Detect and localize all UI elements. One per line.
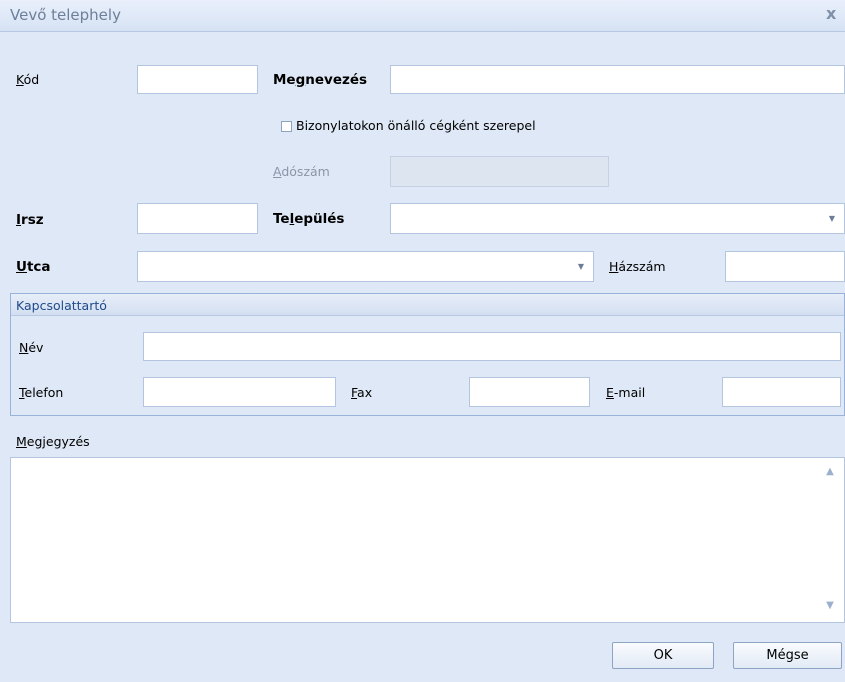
megnevezes-label: Megnevezés	[273, 72, 368, 88]
irsz-input[interactable]	[137, 203, 258, 234]
megjegyzes-textarea[interactable]	[10, 457, 845, 623]
telefon-input[interactable]	[143, 377, 336, 407]
onallo-ceg-checkbox[interactable]	[281, 121, 292, 132]
kapcsolattarto-title: Kapcsolattartó	[16, 298, 107, 313]
telefon-label: Telefon	[19, 385, 64, 400]
nev-input[interactable]	[143, 332, 841, 361]
email-input[interactable]	[722, 377, 841, 407]
window-title: Vevő telephely	[10, 6, 121, 24]
adoszam-label: Adószám	[273, 164, 330, 179]
megnevezes-input[interactable]	[390, 65, 845, 94]
hazszam-input[interactable]	[725, 251, 845, 282]
adoszam-input	[390, 156, 609, 187]
telepules-combo[interactable]	[390, 203, 845, 234]
chevron-down-icon[interactable]: ▼	[826, 214, 838, 223]
megjegyzes-label: Megjegyzés	[16, 434, 90, 449]
utca-label: Utca	[16, 259, 51, 275]
irsz-label: Irsz	[16, 212, 44, 228]
kapcsolattarto-header	[11, 294, 844, 316]
close-icon[interactable]: x	[826, 4, 836, 23]
fax-input[interactable]	[469, 377, 590, 407]
utca-combo[interactable]	[137, 251, 594, 282]
fax-label: Fax	[351, 385, 373, 400]
chevron-down-icon[interactable]: ▼	[575, 262, 587, 271]
cancel-button[interactable]: Mégse	[733, 642, 842, 669]
scroll-up-icon[interactable]: ▲	[818, 466, 842, 477]
ok-button[interactable]: OK	[612, 642, 714, 669]
nev-label: Név	[19, 340, 44, 355]
kod-input[interactable]	[137, 65, 258, 94]
title-bar	[0, 0, 845, 32]
email-label: E-mail	[606, 385, 646, 400]
scroll-down-icon[interactable]: ▼	[818, 600, 842, 611]
memo-scrollbar[interactable]	[818, 459, 842, 619]
hazszam-label: Házszám	[609, 259, 666, 274]
onallo-ceg-checkbox-label: Bizonylatokon önálló cégként szerepel	[296, 118, 536, 133]
kod-label: Kód	[16, 72, 40, 87]
telepules-label: Település	[273, 211, 345, 227]
